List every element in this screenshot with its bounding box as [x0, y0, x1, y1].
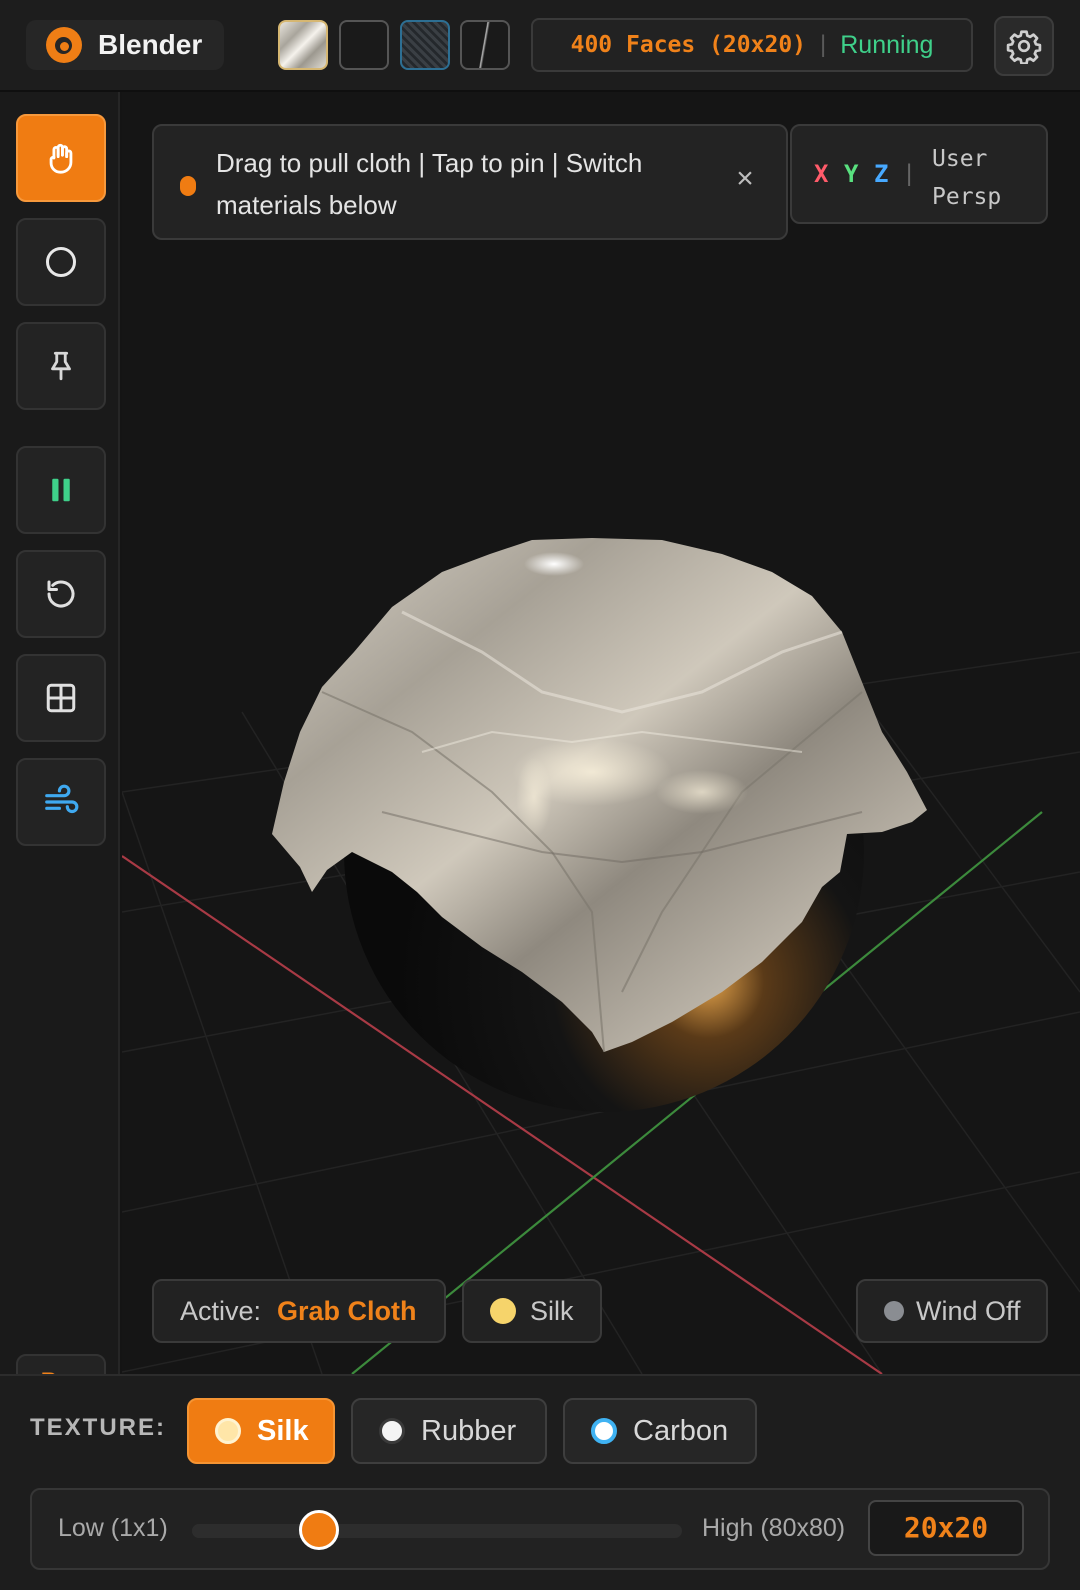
resolution-panel: Low (1x1) High (80x80) 20x20 [30, 1488, 1050, 1570]
current-material-label: Silk [530, 1295, 574, 1326]
wind-status-chip[interactable]: Wind Off [856, 1279, 1048, 1343]
wind-status-label: Wind Off [916, 1295, 1021, 1326]
reset-button[interactable] [16, 550, 106, 638]
pin-icon [51, 351, 71, 381]
pin-tool-button[interactable] [16, 322, 106, 410]
active-tool-value: Grab Cloth [277, 1295, 417, 1326]
hint-text: Drag to pull cloth | Tap to pin | Switch… [216, 148, 643, 220]
tool-sidebar: Res 20x [0, 92, 120, 1442]
view-mode-line2: Persp [932, 184, 1002, 210]
axis-separator: | [906, 160, 913, 187]
app-brand[interactable]: Blender [26, 20, 224, 70]
active-tool-chip: Active: Grab Cloth [152, 1279, 446, 1343]
active-tool-label: Active: [180, 1295, 262, 1326]
axis-x-label: X [814, 160, 829, 188]
res-readout: 20x20 [868, 1500, 1024, 1556]
silk-swatch-icon [490, 1298, 516, 1324]
axis-gizmo[interactable]: X Y Z | User Persp [790, 124, 1048, 224]
pause-button[interactable] [16, 446, 106, 534]
hint-banner: Drag to pull cloth | Tap to pin | Switch… [152, 124, 788, 240]
texture-silk-label: Silk [257, 1414, 309, 1447]
res-low-label: Low (1x1) [58, 1514, 168, 1542]
3d-viewport[interactable]: Drag to pull cloth | Tap to pin | Switch… [122, 92, 1080, 1374]
material-thumb-silk[interactable] [278, 20, 328, 70]
grab-tool-button[interactable] [16, 114, 106, 202]
carbon-swatch-icon [591, 1418, 617, 1444]
resolution-slider[interactable] [192, 1510, 682, 1550]
sim-state: Running [840, 30, 934, 59]
grid-toggle-button[interactable] [16, 654, 106, 742]
material-thumb-empty[interactable] [339, 20, 389, 70]
status-separator: | [820, 31, 827, 58]
axis-y-label: Y [844, 160, 859, 188]
hint-indicator-dot [180, 176, 196, 196]
res-high-label: High (80x80) [702, 1514, 846, 1542]
current-material-chip[interactable]: Silk [462, 1279, 602, 1343]
blender-logo-icon [46, 27, 82, 63]
wind-toggle-button[interactable] [16, 758, 106, 846]
sphere-tool-button[interactable] [16, 218, 106, 306]
sim-status: 400 Faces (20x20) | Running [531, 18, 973, 72]
circle-icon [46, 247, 76, 277]
texture-silk-button[interactable]: Silk [187, 1398, 335, 1464]
texture-carbon-label: Carbon [633, 1414, 729, 1447]
texture-rubber-label: Rubber [421, 1414, 517, 1447]
app-title: Blender [98, 29, 203, 60]
silk-swatch-icon [215, 1418, 241, 1444]
texture-label: TEXTURE: [30, 1414, 166, 1441]
material-thumb-carbon[interactable] [400, 20, 450, 70]
top-bar: Blender 400 Faces (20x20) | Running [0, 0, 1080, 92]
settings-button[interactable] [994, 16, 1054, 76]
texture-carbon-button[interactable]: Carbon [563, 1398, 757, 1464]
wind-icon [45, 784, 79, 814]
view-mode: User Persp [932, 140, 1001, 216]
rubber-swatch-icon [379, 1418, 405, 1444]
grid-icon [46, 683, 76, 713]
axis-z-label: Z [874, 160, 889, 188]
close-icon[interactable]: × [730, 164, 760, 194]
scene-canvas[interactable] [122, 92, 1080, 1374]
texture-rubber-button[interactable]: Rubber [351, 1398, 547, 1464]
wind-status-dot-icon [884, 1301, 904, 1321]
gear-icon [1006, 30, 1042, 64]
material-thumb-needle[interactable] [460, 20, 510, 70]
pause-icon [52, 478, 70, 502]
view-mode-line1: User [932, 146, 988, 172]
bottom-panel: TEXTURE: Silk Rubber Carbon Low (1x1) Hi… [0, 1374, 1080, 1590]
hand-icon [49, 143, 73, 174]
face-count: 400 Faces (20x20) [570, 32, 807, 58]
reset-icon [47, 580, 75, 608]
slider-thumb[interactable] [299, 1510, 340, 1550]
